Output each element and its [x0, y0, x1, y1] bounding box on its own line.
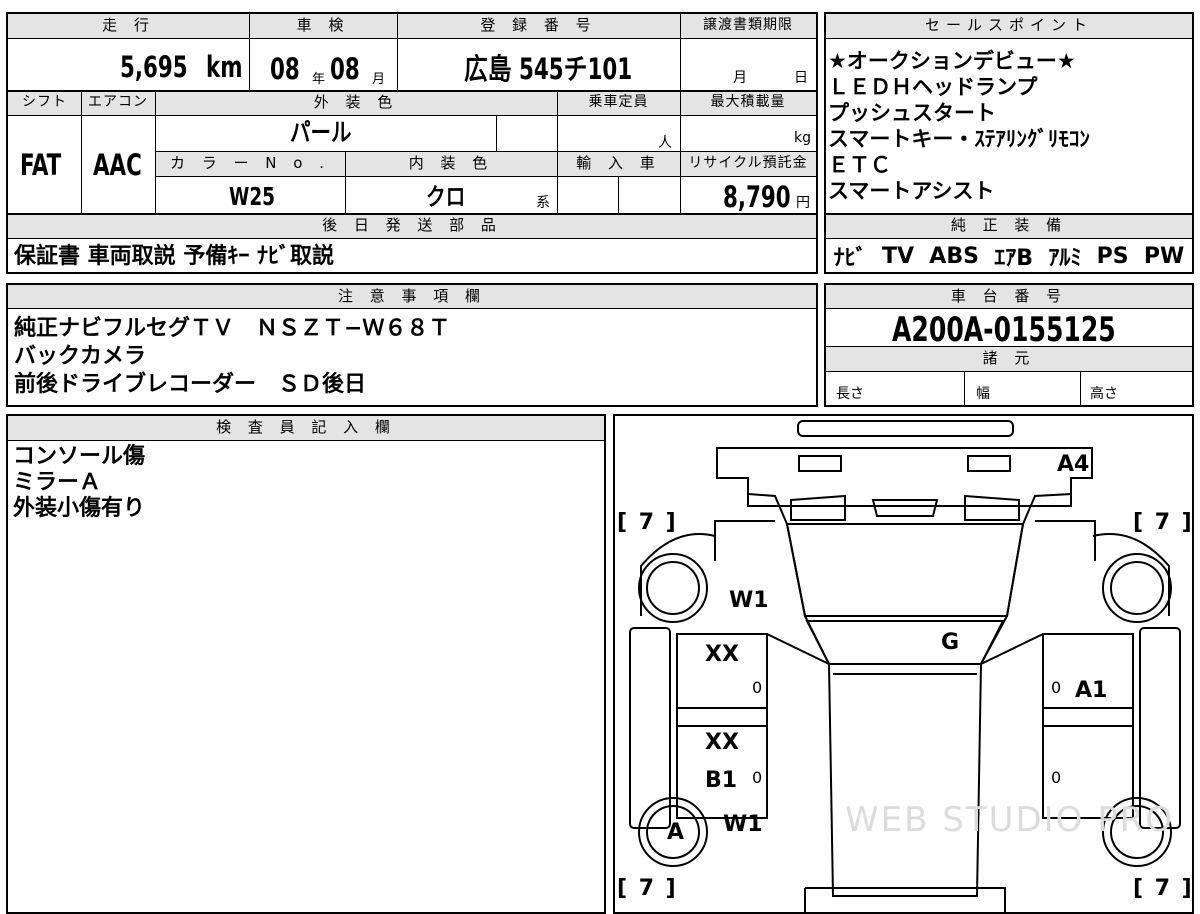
color-no-header: カ ラ ー N o . — [155, 152, 345, 176]
aircon-value: AAC — [93, 148, 142, 182]
mark-wheel-a: A — [667, 820, 685, 845]
equipment-item: ｴｱB — [994, 246, 1034, 271]
registration-value: 広島 545チ101 — [464, 52, 633, 86]
year-unit: 年 — [312, 72, 326, 87]
mileage-unit: km — [206, 50, 243, 84]
mileage-header: 走 行 — [8, 14, 249, 38]
zero-mark: 0 — [752, 678, 763, 697]
chassis-box: 車 台 番 号 A200A-0155125 諸 元 長さ 幅 高さ — [824, 283, 1194, 407]
damage-diagram: A4 W1 G XX A1 XX B1 W1 A [ 7 ] [ 7 ] [ 7… — [613, 414, 1194, 914]
length-label: 長さ — [836, 386, 864, 402]
inspection-month: 08 — [330, 52, 360, 86]
shift-header: シフト — [8, 91, 81, 115]
tread-rear-left: [ 7 ] — [617, 876, 676, 901]
zero-mark: 0 — [752, 768, 763, 787]
max-load-header: 最大積載量 — [680, 91, 816, 115]
recycle-value: 8,790 — [723, 180, 791, 214]
load-unit: kg — [794, 130, 811, 146]
notes-text: 純正ナビフルセグＴＶ ＮＳＺＴ−Ｗ６８Ｔ バックカメラ 前後ドライブレコーダー … — [14, 316, 451, 397]
vehicle-info-table: 走 行 車 検 登 録 番 号 譲渡書類期限 シフト エアコン 外 装 色 乗車… — [6, 12, 818, 274]
exterior-color-header: 外 装 色 — [155, 91, 557, 115]
deadline-day-unit: 日 — [794, 70, 808, 86]
inspector-text: コンソール傷 ミラーＡ 外装小傷有り — [13, 444, 146, 521]
mark-b1: B1 — [705, 768, 738, 793]
mark-xx-front: XX — [705, 642, 739, 667]
equipment-item: ﾅﾋﾞ — [833, 246, 867, 271]
deadline-month-unit: 月 — [733, 70, 747, 86]
chassis-number: A200A-0155125 — [892, 310, 1116, 350]
later-parts-value: 保証書 車両取説 予備ｷｰ ﾅﾋﾞ取説 — [14, 244, 334, 269]
inspector-header: 検 査 員 記 入 欄 — [8, 416, 604, 440]
watermark: WEB STUDIO PRO — [845, 800, 1175, 840]
height-label: 高さ — [1090, 386, 1118, 402]
interior-color-header: 内 装 色 — [345, 152, 557, 176]
zero-mark: 0 — [1051, 768, 1062, 787]
tread-rear-right: [ 7 ] — [1133, 876, 1192, 901]
mark-a1: A1 — [1075, 678, 1108, 703]
equipment-item: ｱﾙﾐ — [1048, 246, 1082, 271]
width-label: 幅 — [976, 386, 990, 402]
mark-xx-rear: XX — [705, 730, 739, 755]
zero-mark: 0 — [1051, 678, 1062, 697]
color-no-value: W25 — [229, 182, 276, 211]
tread-front-left: [ 7 ] — [617, 510, 676, 535]
specs-header: 諸 元 — [826, 347, 1192, 371]
month-unit: 月 — [372, 72, 386, 87]
inspection-header: 車 検 — [249, 14, 397, 38]
interior-color-value: クロ — [426, 183, 466, 211]
equipment-item: PW — [1143, 243, 1185, 269]
equipment-list: ﾅﾋﾞ TV ABS ｴｱB ｱﾙﾐ PS PW — [826, 240, 1192, 272]
equipment-header: 純 正 装 備 — [826, 214, 1192, 238]
exterior-color-value: パール — [290, 118, 352, 147]
shift-value: FAT — [20, 148, 62, 182]
equipment-item: ABS — [929, 243, 979, 269]
transfer-deadline-header: 譲渡書類期限 — [680, 14, 816, 38]
equipment-item: TV — [881, 243, 914, 269]
interior-suffix: 系 — [536, 195, 550, 211]
recycle-unit: 円 — [796, 195, 810, 211]
notes-header: 注 意 事 項 欄 — [8, 285, 816, 308]
import-header: 輸 入 車 — [557, 152, 680, 176]
capacity-unit: 人 — [658, 135, 672, 151]
mileage-value: 5,695 — [120, 50, 188, 84]
mark-w1-front: W1 — [729, 588, 769, 613]
chassis-header: 車 台 番 号 — [826, 285, 1192, 308]
mark-w1-rear: W1 — [723, 812, 763, 837]
mark-g: G — [941, 630, 960, 655]
aircon-header: エアコン — [81, 91, 155, 115]
inspection-year: 08 — [270, 52, 300, 86]
later-parts-header: 後 日 発 送 部 品 — [8, 214, 816, 238]
tread-front-right: [ 7 ] — [1133, 510, 1192, 535]
sales-points-text: ★オークションデビュー★ ＬＥＤＨヘッドランプ プッシュスタート スマートキー・… — [828, 49, 1090, 203]
inspector-box: 検 査 員 記 入 欄 コンソール傷 ミラーＡ 外装小傷有り — [6, 414, 606, 914]
equipment-item: PS — [1096, 243, 1129, 269]
capacity-header: 乗車定員 — [557, 91, 680, 115]
sales-points-header: セールスポイント — [826, 14, 1192, 38]
mark-a4: A4 — [1057, 452, 1090, 477]
sales-points-box: セールスポイント ★オークションデビュー★ ＬＥＤＨヘッドランプ プッシュスター… — [824, 12, 1194, 274]
registration-header: 登 録 番 号 — [397, 14, 680, 38]
recycle-header: リサイクル預託金 — [680, 152, 816, 176]
notes-box: 注 意 事 項 欄 純正ナビフルセグＴＶ ＮＳＺＴ−Ｗ６８Ｔ バックカメラ 前後… — [6, 283, 818, 407]
